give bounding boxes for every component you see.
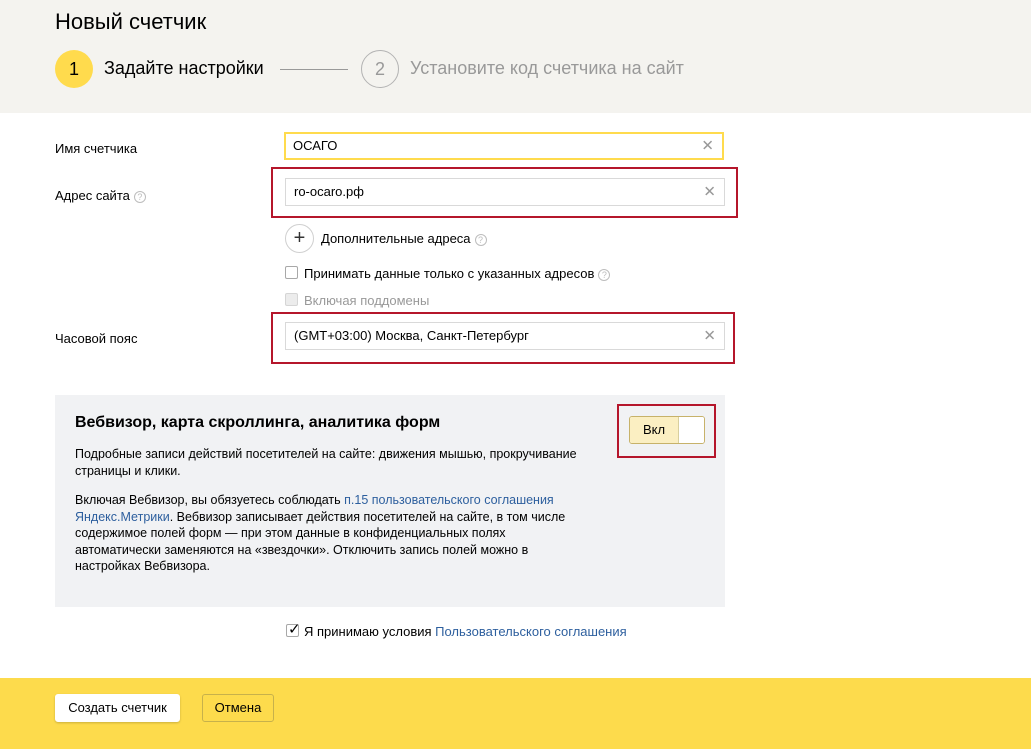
cancel-button[interactable]: Отмена: [202, 694, 274, 722]
step-1-indicator: 1: [55, 50, 93, 88]
site-address-input[interactable]: ro-ocaro.pф ✕: [285, 178, 725, 206]
accept-only-listed-text: Принимать данные только с указанных адре…: [304, 266, 595, 281]
webvisor-description: Подробные записи действий посетителей на…: [75, 447, 577, 478]
page-header: Новый счетчик 1 Задайте настройки 2 Уста…: [0, 0, 1031, 113]
agreement-prefix: Я принимаю условия: [304, 624, 436, 639]
counter-name-label: Имя счетчика: [55, 141, 138, 156]
agreement-checkbox[interactable]: ✓: [286, 621, 301, 638]
webvisor-terms: Включая Вебвизор, вы обязуетесь соблюдат…: [75, 492, 595, 575]
additional-addresses-label[interactable]: Дополнительные адреса?: [321, 231, 487, 246]
create-counter-button[interactable]: Создать счетчик: [55, 694, 180, 722]
agreement-link[interactable]: Пользовательского соглашения: [435, 624, 627, 639]
toggle-knob[interactable]: [678, 417, 704, 443]
accept-only-listed-label[interactable]: Принимать данные только с указанных адре…: [304, 266, 611, 281]
include-subdomains-checkbox: [285, 293, 298, 306]
site-address-label: Адрес сайта?: [55, 188, 146, 203]
page-title: Новый счетчик: [55, 9, 207, 34]
step-2-label: Установите код счетчика на сайт: [410, 58, 684, 78]
step-2-indicator: 2: [361, 50, 399, 88]
help-icon[interactable]: ?: [133, 190, 146, 203]
webvisor-terms-prefix: Включая Вебвизор, вы обязуетесь соблюдат…: [75, 493, 345, 507]
timezone-select[interactable]: (GMT+03:00) Москва, Санкт-Петербург ✕: [285, 322, 725, 350]
include-subdomains-label: Включая поддомены: [304, 293, 430, 308]
site-address-label-text: Адрес сайта: [55, 188, 130, 203]
add-address-button[interactable]: +: [285, 224, 314, 253]
webvisor-title: Вебвизор, карта скроллинга, аналитика фо…: [75, 414, 441, 431]
step-connector: [280, 69, 348, 70]
timezone-label: Часовой пояс: [55, 331, 138, 346]
counter-name-value: ОСАГО: [293, 138, 338, 153]
additional-addresses-text: Дополнительные адреса: [321, 231, 471, 246]
toggle-on-label: Вкл: [630, 417, 678, 443]
clear-icon[interactable]: ✕: [703, 329, 716, 344]
agreement-label: Я принимаю условия Пользовательского сог…: [304, 624, 627, 639]
clear-icon[interactable]: ✕: [703, 185, 716, 200]
webvisor-toggle[interactable]: Вкл: [629, 416, 705, 444]
plus-icon: +: [293, 227, 306, 249]
clear-icon[interactable]: ✕: [701, 139, 714, 154]
accept-only-listed-checkbox[interactable]: [285, 266, 298, 279]
step-1-label: Задайте настройки: [104, 58, 264, 78]
help-icon[interactable]: ?: [474, 233, 487, 246]
site-address-value: ro-ocaro.pф: [294, 184, 364, 199]
checkmark-icon: ✓: [288, 621, 301, 638]
help-icon[interactable]: ?: [598, 268, 611, 281]
timezone-value: (GMT+03:00) Москва, Санкт-Петербург: [294, 328, 529, 343]
counter-name-input[interactable]: ОСАГО ✕: [284, 132, 724, 160]
